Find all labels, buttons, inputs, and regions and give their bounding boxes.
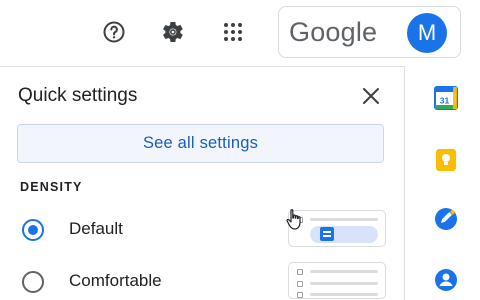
tasks-icon[interactable] (432, 205, 460, 233)
hand-pointer-cursor-icon (286, 209, 301, 230)
help-icon[interactable] (96, 14, 132, 50)
comfortable-density-preview (288, 262, 386, 299)
density-option-label: Default (69, 219, 123, 238)
density-option-comfortable[interactable]: Comfortable (0, 259, 400, 300)
avatar[interactable]: M (407, 13, 447, 53)
density-option-label: Comfortable (69, 271, 162, 290)
document-icon (320, 227, 334, 241)
apps-grid-icon[interactable] (215, 14, 251, 50)
quick-settings-panel: Quick settings See all settings DENSITY … (0, 66, 405, 300)
density-option-default[interactable]: Default (0, 207, 400, 251)
see-all-settings-button[interactable]: See all settings (17, 124, 384, 163)
contacts-icon[interactable] (432, 266, 460, 294)
radio-checked-icon[interactable] (22, 219, 44, 241)
google-logo: Google (289, 17, 378, 47)
top-bar: Google M (0, 0, 480, 66)
calendar-icon[interactable]: 31 (432, 84, 460, 112)
side-panel-rail: 31 (405, 66, 480, 300)
keep-icon[interactable] (432, 146, 460, 174)
radio-unchecked-icon[interactable] (22, 271, 44, 293)
panel-title: Quick settings (18, 85, 138, 106)
calendar-day-label: 31 (440, 96, 450, 106)
gear-icon[interactable] (155, 14, 191, 50)
density-section-label: DENSITY (20, 180, 83, 194)
close-icon[interactable] (358, 83, 384, 109)
